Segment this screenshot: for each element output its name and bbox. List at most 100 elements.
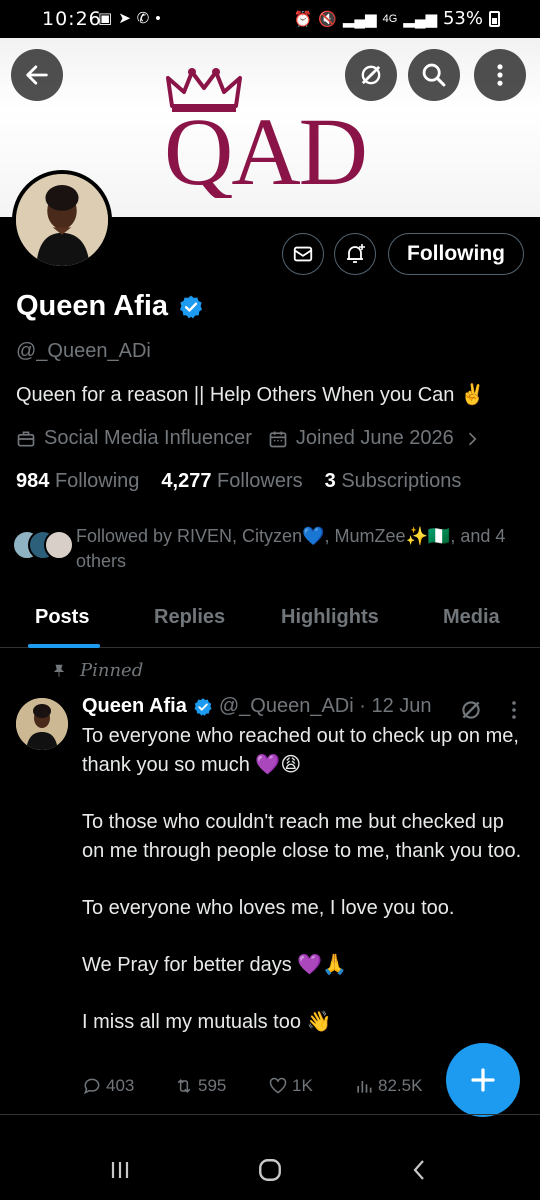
system-icons: ⏰ 🔇 ▂▄▆ 4G ▂▄▆ 53%: [294, 8, 500, 29]
follow-counts: 984 Following 4,277 Followers 3 Subscrip…: [16, 470, 461, 493]
envelope-icon: [293, 246, 313, 262]
heart-icon: [269, 1077, 287, 1094]
grok-button[interactable]: [345, 49, 397, 101]
subs-count: 3: [324, 470, 336, 492]
more-vertical-icon[interactable]: [504, 699, 524, 721]
bell-plus-icon: [347, 244, 365, 263]
tweet-handle-date: @_Queen_ADi · 12 Jun: [218, 695, 432, 717]
mute-icon: 🔇: [318, 10, 337, 28]
followed-by-text: Followed by RIVEN, Cityzen💙, MumZee✨🇳🇬, …: [76, 526, 506, 571]
profile-avatar[interactable]: [12, 170, 112, 270]
tweet-paragraph: To those who couldn't reach me but check…: [82, 811, 522, 862]
tweet-avatar[interactable]: [16, 698, 68, 750]
following-label: Following: [54, 470, 140, 492]
view-count: 82.5K: [378, 1076, 423, 1095]
divider: [0, 1114, 540, 1115]
avatar-image: [16, 698, 68, 750]
avatar-image: [16, 174, 108, 266]
profile-tabs: Posts Replies Highlights Media: [0, 600, 540, 648]
signal-icon-2: ▂▄▆: [403, 10, 437, 28]
pinned-label-row: Pinned: [52, 660, 143, 681]
alarm-icon: ⏰: [293, 10, 313, 28]
search-icon: [422, 63, 446, 87]
arrow-left-icon: [26, 65, 48, 85]
tweet-paragraph: We Pray for better days 💜🙏: [82, 954, 348, 976]
repost-count: 595: [198, 1076, 227, 1095]
active-tab-indicator: [28, 644, 100, 648]
reply-icon: [83, 1078, 100, 1095]
mutual-avatars: [12, 530, 76, 564]
search-button[interactable]: [408, 49, 460, 101]
subs-label: Subscriptions: [341, 470, 462, 492]
home-button[interactable]: [250, 1154, 290, 1186]
analytics-icon: [357, 1081, 372, 1093]
profile-bio: Queen for a reason || Help Others When y…: [16, 384, 485, 406]
followers-label: Followers: [217, 470, 303, 492]
profile-meta: Social Media Influencer Joined June 2026: [16, 427, 482, 450]
status-bar: 10:26 ▣ ➤ ✆ • ⏰ 🔇 ▂▄▆ 4G ▂▄▆ 53%: [0, 0, 540, 38]
recents-icon: [111, 1162, 129, 1178]
telegram-icon: ➤: [118, 10, 131, 27]
notification-icons: ▣ ➤ ✆ •: [98, 9, 161, 28]
views-button[interactable]: 82.5K: [354, 1076, 422, 1096]
following-button[interactable]: Following: [388, 233, 524, 275]
following-link[interactable]: 984 Following: [16, 470, 139, 493]
profile-handle: @_Queen_ADi: [16, 340, 151, 362]
tweet-paragraph: I miss all my mutuals too 👋: [82, 1011, 332, 1033]
android-nav-bar: [0, 1140, 540, 1200]
repost-button[interactable]: 595: [174, 1076, 226, 1096]
tab-replies[interactable]: Replies: [154, 606, 225, 629]
tweet-author-name[interactable]: Queen Afia: [82, 695, 187, 718]
tweet-actions: 403 595 1K 82.5K: [82, 1076, 442, 1102]
avatar: [44, 530, 74, 560]
calendar-icon: [269, 431, 287, 447]
following-count: 984: [16, 470, 50, 492]
signal-icon: ▂▄▆: [342, 10, 377, 28]
network-type: 4G: [382, 12, 398, 25]
chevron-left-icon: [413, 1160, 424, 1180]
status-time: 10:26: [42, 8, 102, 30]
pin-icon: [53, 664, 65, 677]
tweet-header: Queen Afia @_Queen_ADi · 12 Jun: [82, 695, 432, 718]
message-button[interactable]: [282, 233, 324, 275]
briefcase-icon: [17, 431, 35, 446]
reply-button[interactable]: 403: [82, 1076, 134, 1096]
grok-icon[interactable]: [458, 697, 484, 723]
profile-category[interactable]: Social Media Influencer: [44, 427, 252, 450]
tab-posts[interactable]: Posts: [35, 606, 89, 629]
display-name: Queen Afia: [16, 290, 169, 322]
followers-link[interactable]: 4,277 Followers: [161, 470, 302, 493]
back-button[interactable]: [11, 49, 63, 101]
logo-text: QAD: [164, 98, 366, 198]
subscriptions-link[interactable]: 3 Subscriptions: [325, 470, 462, 493]
qad-logo: QAD: [164, 98, 368, 198]
verified-badge-icon[interactable]: [178, 294, 204, 320]
tab-highlights[interactable]: Highlights: [281, 606, 379, 629]
tweet-paragraph: To everyone who reached out to check up …: [82, 725, 519, 776]
grok-icon: [361, 65, 381, 85]
more-vertical-icon: [497, 64, 503, 86]
plus-icon: [471, 1068, 495, 1092]
like-button[interactable]: 1K: [268, 1076, 313, 1096]
pinned-label: Pinned: [80, 660, 144, 681]
recents-button[interactable]: [100, 1154, 140, 1186]
verified-badge-icon: [194, 697, 212, 716]
more-button[interactable]: [474, 49, 526, 101]
repost-icon: [177, 1079, 191, 1093]
tweet-text[interactable]: To everyone who reached out to check up …: [82, 722, 522, 1065]
back-nav-button[interactable]: [400, 1154, 440, 1186]
followers-count: 4,277: [161, 470, 212, 492]
tab-media[interactable]: Media: [443, 606, 500, 629]
like-count: 1K: [292, 1076, 313, 1095]
reply-count: 403: [106, 1076, 135, 1095]
home-icon: [259, 1159, 281, 1181]
dot-icon: •: [155, 9, 161, 27]
notify-button[interactable]: [334, 233, 376, 275]
gallery-icon: ▣: [98, 10, 113, 27]
display-name-row: Queen Afia: [16, 290, 204, 323]
call-icon: ✆: [136, 10, 150, 27]
followed-by-row[interactable]: Followed by RIVEN, Cityzen💙, MumZee✨🇳🇬, …: [12, 524, 522, 574]
battery-icon: [489, 10, 500, 27]
compose-button[interactable]: [446, 1043, 520, 1117]
chevron-right-icon[interactable]: [462, 429, 482, 449]
